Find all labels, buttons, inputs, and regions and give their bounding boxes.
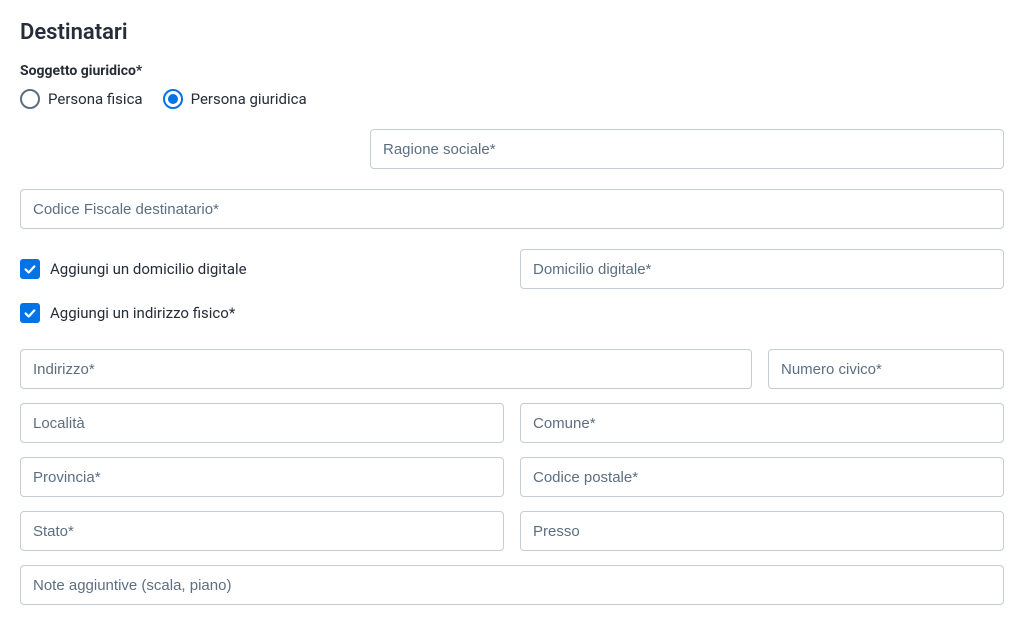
indirizzo-input[interactable] <box>20 349 752 389</box>
numero-civico-input[interactable] <box>768 349 1004 389</box>
codice-fiscale-input[interactable] <box>20 189 1004 229</box>
checkbox-domicilio-digitale[interactable]: Aggiungi un domicilio digitale <box>20 259 504 279</box>
codice-postale-input[interactable] <box>520 457 1004 497</box>
soggetto-giuridico-label: Soggetto giuridico* <box>20 63 1004 79</box>
radio-persona-fisica-label: Persona fisica <box>48 90 143 108</box>
stato-input[interactable] <box>20 511 504 551</box>
comune-input[interactable] <box>520 403 1004 443</box>
check-icon <box>20 303 40 323</box>
check-icon <box>20 259 40 279</box>
provincia-input[interactable] <box>20 457 504 497</box>
ragione-sociale-input[interactable] <box>370 129 1004 169</box>
radio-icon <box>163 89 183 109</box>
checkbox-domicilio-label: Aggiungi un domicilio digitale <box>50 260 247 278</box>
localita-input[interactable] <box>20 403 504 443</box>
domicilio-digitale-input[interactable] <box>520 249 1004 289</box>
radio-persona-fisica[interactable]: Persona fisica <box>20 89 143 109</box>
soggetto-radio-group: Persona fisica Persona giuridica <box>20 89 1004 109</box>
note-input[interactable] <box>20 565 1004 605</box>
radio-icon <box>20 89 40 109</box>
page-title: Destinatari <box>20 20 1004 45</box>
checkbox-indirizzo-fisico-label: Aggiungi un indirizzo fisico* <box>50 304 235 322</box>
checkbox-indirizzo-fisico[interactable]: Aggiungi un indirizzo fisico* <box>20 303 235 323</box>
radio-persona-giuridica[interactable]: Persona giuridica <box>163 89 307 109</box>
radio-persona-giuridica-label: Persona giuridica <box>191 90 307 108</box>
presso-input[interactable] <box>520 511 1004 551</box>
